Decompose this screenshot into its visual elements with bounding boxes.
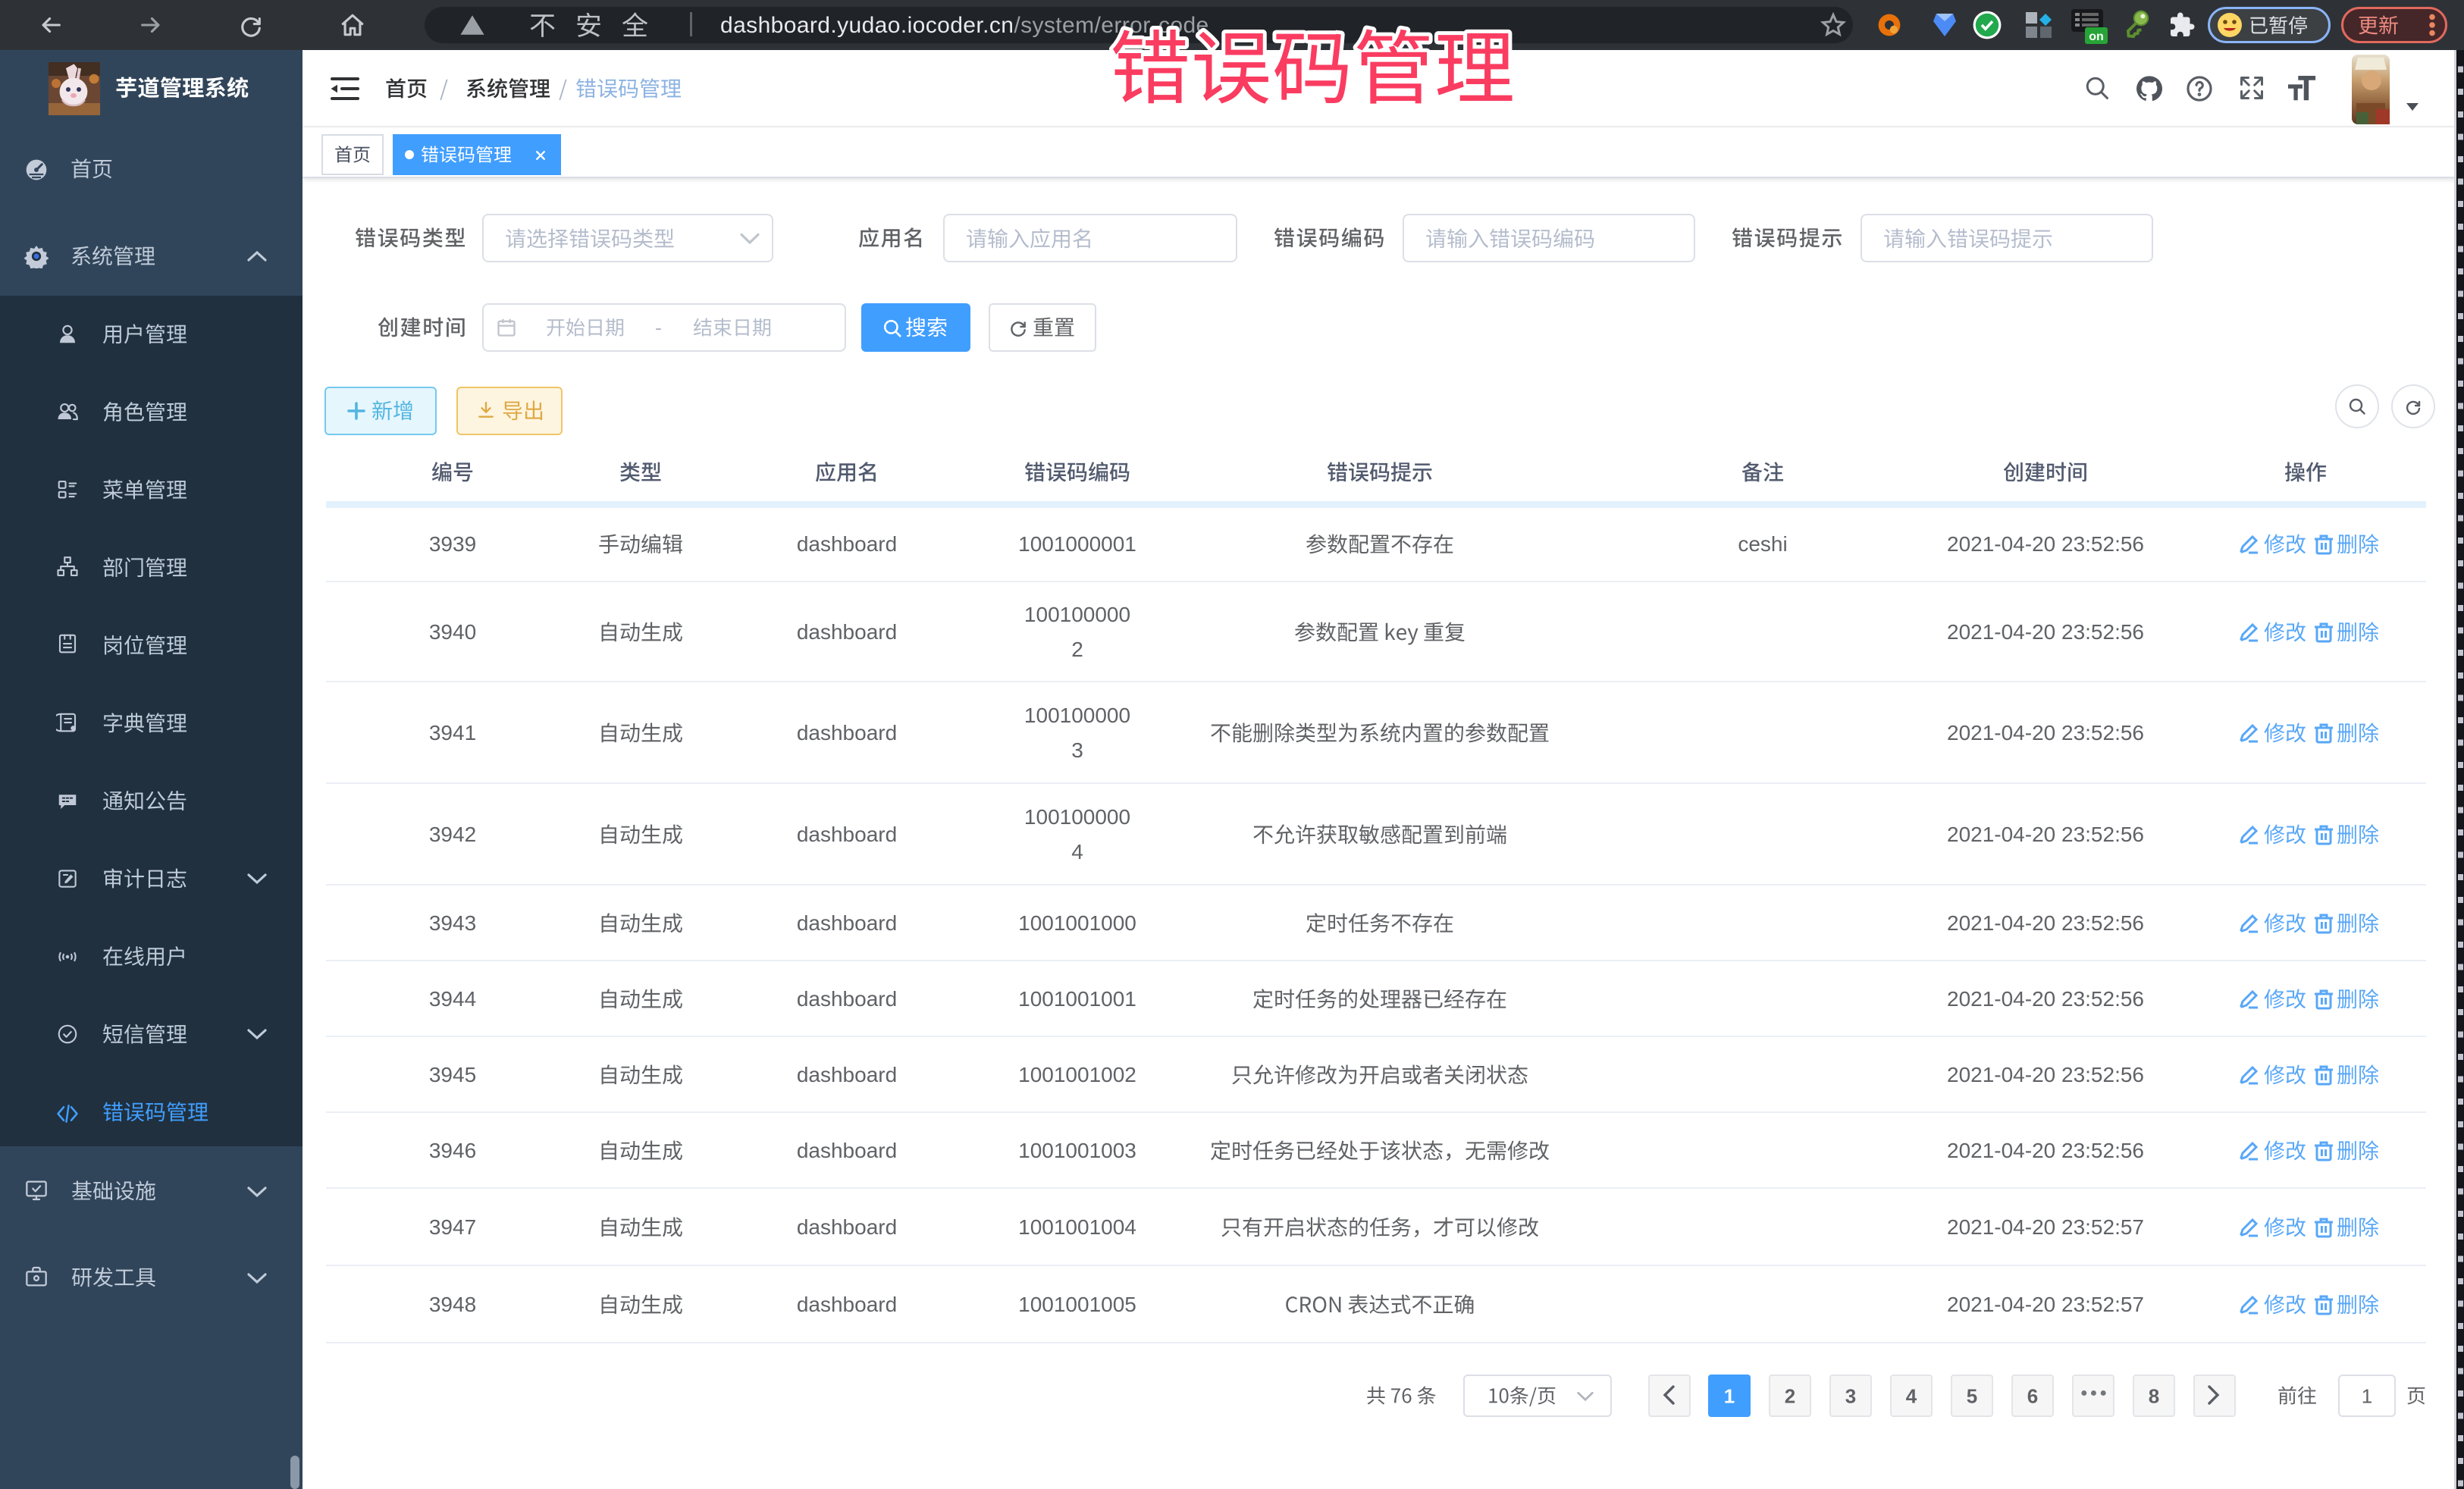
svg-text:on: on	[2089, 30, 2104, 43]
